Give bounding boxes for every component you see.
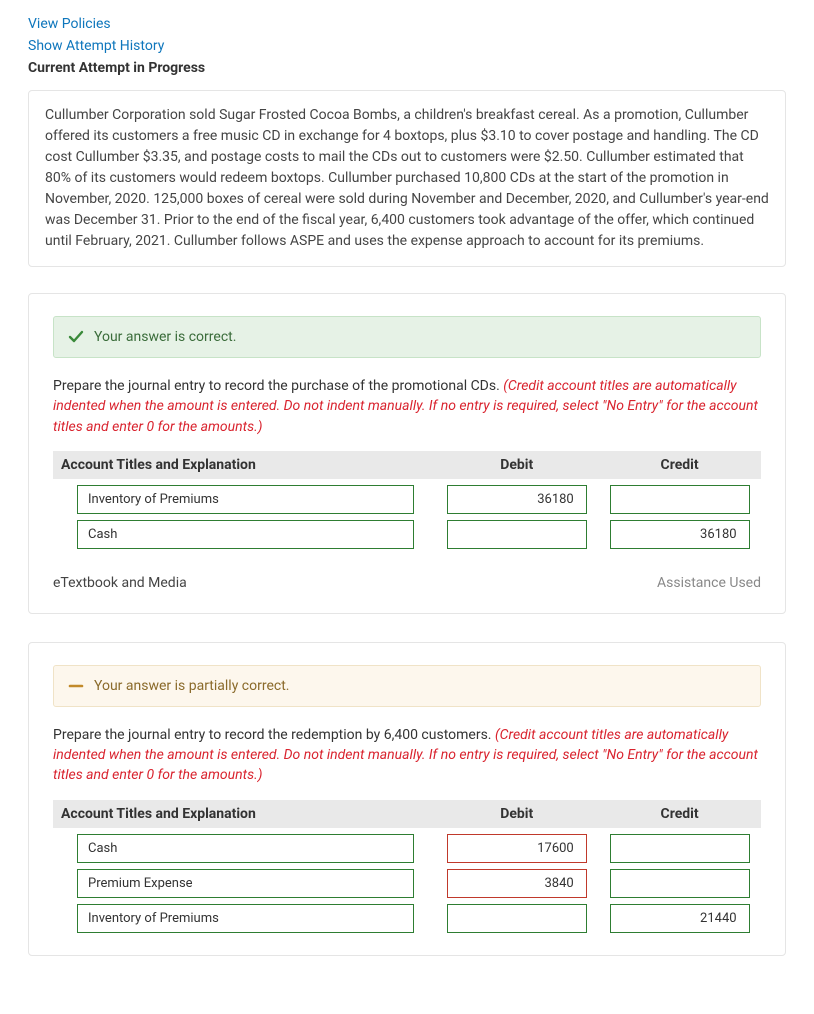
table-row: Cash 36180 xyxy=(53,520,761,549)
current-attempt-heading: Current Attempt in Progress xyxy=(28,60,786,76)
table-row: Cash 17600 xyxy=(53,834,761,863)
credit-input[interactable] xyxy=(610,869,750,898)
assistance-used-label: Assistance Used xyxy=(657,575,761,591)
prompt-text: Prepare the journal entry to record the … xyxy=(53,376,761,437)
debit-input[interactable]: 3840 xyxy=(447,869,587,898)
account-title-input[interactable]: Premium Expense xyxy=(77,869,414,898)
header-debit: Debit xyxy=(435,806,598,822)
header-credit: Credit xyxy=(598,457,761,473)
header-account: Account Titles and Explanation xyxy=(53,457,435,473)
table-row: Inventory of Premiums 36180 xyxy=(53,485,761,514)
header-debit: Debit xyxy=(435,457,598,473)
journal-entry-table: Account Titles and Explanation Debit Cre… xyxy=(53,451,761,549)
header-account: Account Titles and Explanation xyxy=(53,806,435,822)
journal-entry-section-1: Your answer is correct. Prepare the jour… xyxy=(28,293,786,614)
table-row: Inventory of Premiums 21440 xyxy=(53,904,761,933)
problem-text: Cullumber Corporation sold Sugar Frosted… xyxy=(28,90,786,267)
prompt-text: Prepare the journal entry to record the … xyxy=(53,725,761,786)
debit-input[interactable] xyxy=(447,904,587,933)
banner-text: Your answer is correct. xyxy=(94,329,236,345)
credit-input[interactable] xyxy=(610,834,750,863)
debit-input[interactable]: 36180 xyxy=(447,485,587,514)
debit-input[interactable] xyxy=(447,520,587,549)
credit-input[interactable]: 21440 xyxy=(610,904,750,933)
answer-correct-banner: Your answer is correct. xyxy=(53,316,761,358)
table-row: Premium Expense 3840 xyxy=(53,869,761,898)
banner-text: Your answer is partially correct. xyxy=(94,678,289,694)
journal-entry-section-2: Your answer is partially correct. Prepar… xyxy=(28,642,786,956)
journal-entry-table: Account Titles and Explanation Debit Cre… xyxy=(53,800,761,933)
minus-icon xyxy=(68,678,84,694)
section-footer: eTextbook and Media Assistance Used xyxy=(53,575,761,591)
prompt-plain: Prepare the journal entry to record the … xyxy=(53,378,503,394)
account-title-input[interactable]: Cash xyxy=(77,520,414,549)
account-title-input[interactable]: Inventory of Premiums xyxy=(77,904,414,933)
debit-input[interactable]: 17600 xyxy=(447,834,587,863)
table-header-row: Account Titles and Explanation Debit Cre… xyxy=(53,451,761,479)
prompt-plain: Prepare the journal entry to record the … xyxy=(53,727,495,743)
view-policies-link[interactable]: View Policies xyxy=(28,16,786,32)
header-credit: Credit xyxy=(598,806,761,822)
show-attempt-history-link[interactable]: Show Attempt History xyxy=(28,38,786,54)
etextbook-link[interactable]: eTextbook and Media xyxy=(53,575,187,591)
check-icon xyxy=(68,329,84,345)
page-root: View Policies Show Attempt History Curre… xyxy=(0,0,814,1014)
account-title-input[interactable]: Inventory of Premiums xyxy=(77,485,414,514)
account-title-input[interactable]: Cash xyxy=(77,834,414,863)
answer-partial-banner: Your answer is partially correct. xyxy=(53,665,761,707)
credit-input[interactable] xyxy=(610,485,750,514)
credit-input[interactable]: 36180 xyxy=(610,520,750,549)
table-header-row: Account Titles and Explanation Debit Cre… xyxy=(53,800,761,828)
